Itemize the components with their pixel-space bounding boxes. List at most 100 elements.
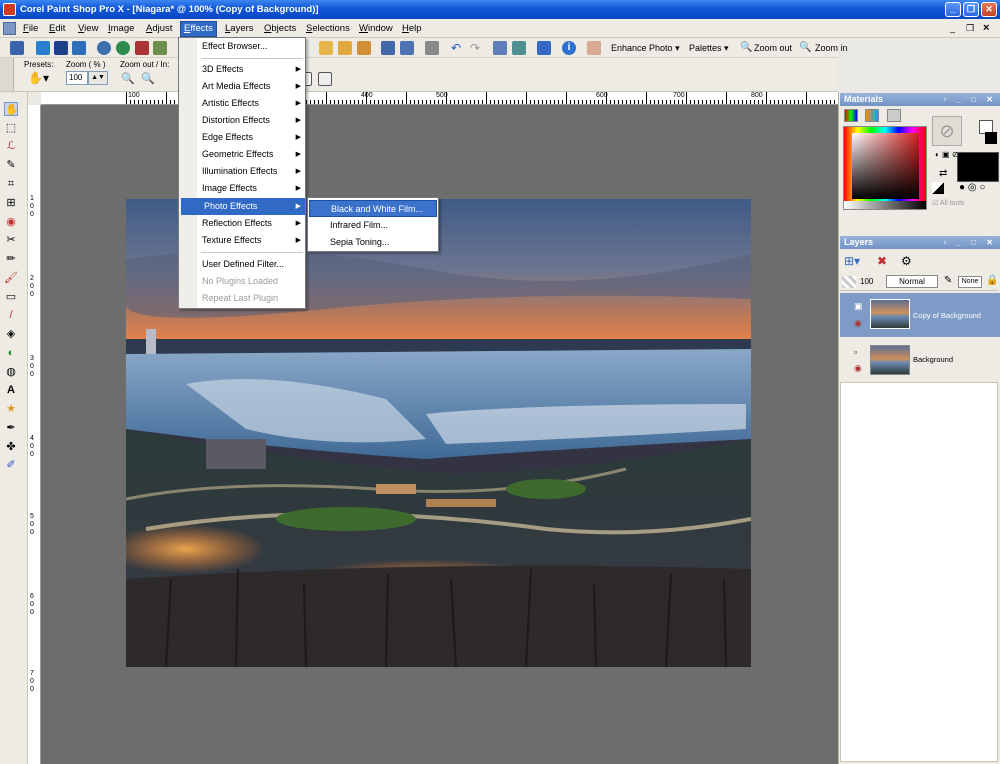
red-eye-tool-icon[interactable]: ◉ bbox=[4, 215, 18, 229]
zoom-field[interactable]: 100 bbox=[66, 71, 88, 85]
menu-item-sepia-toning[interactable]: Sepia Toning... bbox=[309, 234, 437, 251]
no-material-icon[interactable]: ⊘ bbox=[932, 116, 962, 146]
menu-item-reflection-effects[interactable]: Reflection Effects ▶ bbox=[179, 215, 305, 232]
zoom-out-icon[interactable]: 🔍 bbox=[740, 42, 752, 53]
menu-item-distortion-effects[interactable]: Distortion Effects ▶ bbox=[179, 112, 305, 129]
layer-row-copy-of-background[interactable]: ▣ ◉ Copy of Background bbox=[840, 293, 1000, 337]
undo-icon[interactable]: ↶ bbox=[449, 41, 463, 55]
lighten-tool-icon[interactable]: / bbox=[4, 308, 18, 322]
mask-select[interactable]: None bbox=[958, 276, 982, 288]
selection-tool-icon[interactable]: ⬚ bbox=[4, 121, 18, 135]
menu-item-artistic-effects[interactable]: Artistic Effects ▶ bbox=[179, 95, 305, 112]
menu-item-edge-effects[interactable]: Edge Effects ▶ bbox=[179, 129, 305, 146]
menu-item-black-and-white-film[interactable]: Black and White Film... bbox=[309, 200, 437, 217]
script-icon[interactable] bbox=[537, 41, 551, 55]
minimize-button[interactable]: _ bbox=[945, 2, 961, 17]
zoom-in-icon[interactable]: 🔍 bbox=[799, 42, 811, 53]
crop-tool-icon[interactable]: ⌗ bbox=[4, 177, 18, 191]
email-icon[interactable] bbox=[357, 41, 371, 55]
layer-properties-icon[interactable]: ⚙ bbox=[901, 254, 912, 268]
clone-tool-icon[interactable]: ✏ bbox=[4, 252, 18, 266]
info-icon[interactable]: i bbox=[562, 41, 576, 55]
globe-icon[interactable] bbox=[97, 41, 111, 55]
print-preview-icon[interactable] bbox=[425, 41, 439, 55]
color-square[interactable] bbox=[852, 133, 919, 199]
visibility-eye-icon[interactable]: ◉ bbox=[854, 363, 862, 374]
tool-zoom-out-icon[interactable]: 🔍 bbox=[121, 72, 135, 85]
menu-objects[interactable]: Objects bbox=[261, 22, 299, 36]
maximize-button[interactable]: ❐ bbox=[963, 2, 979, 17]
resize-icon[interactable] bbox=[493, 41, 507, 55]
menu-item-image-effects[interactable]: Image Effects ▶ bbox=[179, 180, 305, 197]
menu-item-user-defined-filter[interactable]: User Defined Filter... bbox=[179, 256, 305, 273]
redo-icon[interactable]: ↷ bbox=[468, 41, 482, 55]
menu-selections[interactable]: Selections bbox=[303, 22, 353, 36]
browse-folder-icon[interactable] bbox=[338, 41, 352, 55]
menu-item-effect-browser[interactable]: Effect Browser... bbox=[179, 38, 305, 55]
rotate-icon[interactable] bbox=[512, 41, 526, 55]
swatches-tab-icon[interactable] bbox=[887, 109, 901, 122]
save-icon[interactable] bbox=[381, 41, 395, 55]
menu-item-3d-effects[interactable]: 3D Effects ▶ bbox=[179, 61, 305, 78]
menu-item-infrared-film[interactable]: Infrared Film... bbox=[309, 217, 437, 234]
zoom-out-button[interactable]: Zoom out bbox=[754, 43, 792, 53]
color-picker[interactable] bbox=[843, 126, 927, 210]
enhance-photo-button[interactable]: Enhance Photo ▾ bbox=[611, 43, 680, 54]
zoom-stepper[interactable]: ▲▼ bbox=[88, 71, 108, 85]
pencil-tool-icon[interactable]: ✐ bbox=[4, 458, 18, 472]
save-as-icon[interactable] bbox=[400, 41, 414, 55]
menu-item-illumination-effects[interactable]: Illumination Effects ▶ bbox=[179, 163, 305, 180]
web-icon[interactable] bbox=[116, 41, 130, 55]
mdi-close-button[interactable]: × bbox=[983, 22, 989, 34]
swap-colors-icon[interactable]: ⇄ bbox=[939, 168, 947, 179]
palettes-button[interactable]: Palettes ▾ bbox=[689, 43, 729, 54]
pan-tool-icon[interactable]: ✋ bbox=[4, 102, 19, 116]
fill-tool-icon[interactable]: ◐ bbox=[4, 346, 18, 360]
menu-item-geometric-effects[interactable]: Geometric Effects ▶ bbox=[179, 146, 305, 163]
pen-tool-icon[interactable]: ✒ bbox=[4, 421, 18, 435]
mdi-minimize-button[interactable]: _ bbox=[950, 23, 955, 33]
pan-icon[interactable]: ✋▾ bbox=[28, 71, 49, 85]
browse-icon[interactable] bbox=[10, 41, 24, 55]
zoom-in-button[interactable]: Zoom in bbox=[815, 43, 848, 53]
fill-swatch[interactable] bbox=[957, 152, 999, 182]
close-button[interactable]: ✕ bbox=[981, 2, 997, 17]
move-tool-icon[interactable]: ⊞ bbox=[4, 196, 18, 210]
mdi-restore-button[interactable]: ❐ bbox=[966, 23, 974, 34]
background-swatch[interactable] bbox=[985, 132, 997, 144]
grayscale-bar[interactable] bbox=[844, 201, 926, 209]
document-icon[interactable] bbox=[3, 22, 16, 35]
menu-help[interactable]: Help bbox=[399, 22, 425, 36]
menu-effects[interactable]: Effects bbox=[180, 21, 217, 37]
opacity-value[interactable]: 100 bbox=[860, 277, 873, 286]
blend-mode-select[interactable]: Normal bbox=[886, 275, 938, 288]
frame-icon[interactable] bbox=[72, 41, 86, 55]
menu-layers[interactable]: Layers bbox=[222, 22, 257, 36]
menu-item-texture-effects[interactable]: Texture Effects ▶ bbox=[179, 232, 305, 249]
tool-options-grip[interactable] bbox=[0, 58, 14, 91]
menu-image[interactable]: Image bbox=[105, 22, 137, 36]
actual-size-icon[interactable] bbox=[318, 72, 332, 86]
tool-zoom-in-icon[interactable]: 🔍 bbox=[141, 72, 155, 85]
delete-layer-icon[interactable]: ✖ bbox=[877, 254, 887, 268]
airbrush-tool-icon[interactable]: ▭ bbox=[4, 290, 18, 304]
makeover-tool-icon[interactable]: ✂ bbox=[4, 233, 18, 247]
enhance-photo-icon[interactable] bbox=[587, 41, 601, 55]
menu-item-photo-effects[interactable]: Photo Effects ▶ bbox=[181, 198, 305, 215]
mask-brush-icon[interactable]: ✎ bbox=[944, 275, 952, 286]
open-icon[interactable] bbox=[319, 41, 333, 55]
new-layer-icon[interactable]: ⊞▾ bbox=[844, 254, 860, 268]
photo-icon[interactable] bbox=[36, 41, 50, 55]
rainbow-tab-icon[interactable] bbox=[865, 109, 879, 122]
reset-colors-icon[interactable] bbox=[932, 182, 944, 194]
menu-view[interactable]: View bbox=[75, 22, 101, 36]
paint-brush-tool-icon[interactable]: 🖌 bbox=[4, 271, 18, 285]
shape-tool-icon[interactable]: ★ bbox=[4, 402, 18, 416]
app-icon[interactable] bbox=[3, 3, 16, 16]
menu-edit[interactable]: Edit bbox=[46, 22, 68, 36]
menu-window[interactable]: Window bbox=[356, 22, 396, 36]
freehand-tool-icon[interactable]: ℒ bbox=[4, 139, 18, 153]
frame-tab-icon[interactable] bbox=[844, 109, 858, 122]
all-tools-checkbox[interactable]: ☑ All tools bbox=[932, 199, 964, 207]
layers-icon[interactable] bbox=[54, 41, 68, 55]
